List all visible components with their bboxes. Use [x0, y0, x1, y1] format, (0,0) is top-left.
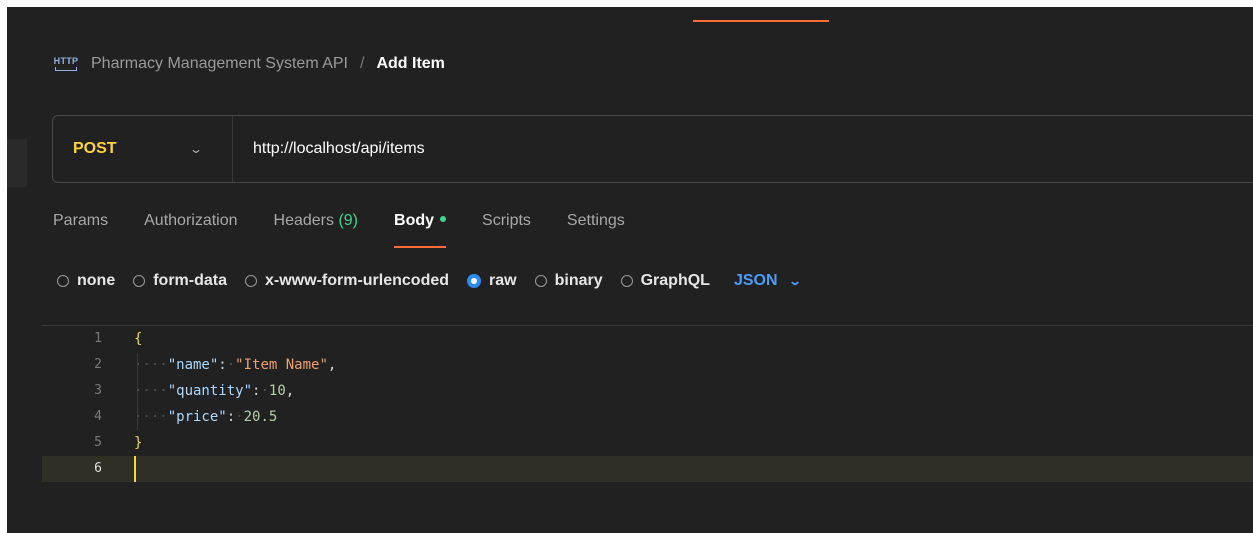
- radio-none[interactable]: [57, 275, 69, 287]
- breadcrumb-request-name[interactable]: Add Item: [376, 55, 444, 73]
- chevron-down-icon: ⌄: [188, 142, 204, 156]
- code-line: 5 }: [42, 430, 1253, 456]
- text-cursor: [134, 456, 136, 482]
- tab-scripts[interactable]: Scripts: [482, 208, 531, 248]
- request-tabs: Params Authorization Headers (9) Body Sc…: [53, 208, 661, 248]
- http-icon: HTTP: [53, 54, 79, 74]
- tab-params[interactable]: Params: [53, 208, 108, 248]
- radio-binary[interactable]: [534, 275, 547, 287]
- body-type-form-data[interactable]: form-data: [133, 272, 227, 290]
- breadcrumb: HTTP Pharmacy Management System API / Ad…: [53, 53, 445, 75]
- tab-authorization[interactable]: Authorization: [144, 208, 237, 248]
- radio-urlencoded[interactable]: [245, 275, 257, 287]
- postman-request-editor: HTTP Pharmacy Management System API / Ad…: [7, 7, 1253, 533]
- line-number: 1: [94, 331, 102, 346]
- line-number: 5: [94, 435, 102, 450]
- radio-form-data[interactable]: [133, 275, 146, 287]
- body-type-graphql[interactable]: GraphQL: [620, 272, 710, 290]
- line-number: 4: [94, 409, 102, 424]
- url-input[interactable]: http://localhost/api/items: [253, 140, 425, 158]
- body-status-dot: [440, 215, 447, 222]
- tab-body[interactable]: Body: [394, 208, 447, 248]
- code-line-active[interactable]: 6: [42, 456, 1253, 482]
- code-line: 4 ····"price":·20.5: [42, 404, 1253, 430]
- breadcrumb-separator: /: [360, 55, 365, 72]
- method-label: POST: [73, 140, 117, 157]
- body-type-none[interactable]: none: [57, 272, 115, 290]
- code-line: 1 {: [42, 326, 1253, 352]
- code-line: 3 ····"quantity":·10,: [42, 378, 1253, 404]
- line-number: 2: [94, 357, 102, 372]
- sidebar-edge: [7, 139, 27, 187]
- body-type-options: none form-data x-www-form-urlencoded raw…: [57, 270, 802, 292]
- line-number: 3: [94, 383, 102, 398]
- url-bar: POST ⌄ http://localhost/api/items: [52, 115, 1253, 183]
- radio-graphql[interactable]: [620, 275, 633, 287]
- chevron-down-icon: ⌄: [787, 274, 802, 288]
- radio-raw[interactable]: [467, 274, 482, 288]
- body-code-editor[interactable]: 1 { 2 ····"name":·"Item Name", 3 ····"qu…: [42, 325, 1253, 516]
- active-tab-indicator: [693, 20, 829, 22]
- body-type-binary[interactable]: binary: [534, 272, 603, 290]
- method-selector[interactable]: POST ⌄: [53, 116, 233, 182]
- body-language-selector[interactable]: JSON ⌄: [734, 272, 802, 290]
- body-type-urlencoded[interactable]: x-www-form-urlencoded: [245, 272, 449, 290]
- body-type-raw[interactable]: raw: [467, 272, 517, 290]
- tab-headers[interactable]: Headers (9): [274, 208, 359, 248]
- breadcrumb-collection[interactable]: Pharmacy Management System API: [91, 55, 348, 73]
- headers-count-badge: (9): [338, 212, 359, 229]
- line-number: 6: [94, 461, 102, 476]
- tab-settings[interactable]: Settings: [567, 208, 625, 248]
- code-line: 2 ····"name":·"Item Name",: [42, 352, 1253, 378]
